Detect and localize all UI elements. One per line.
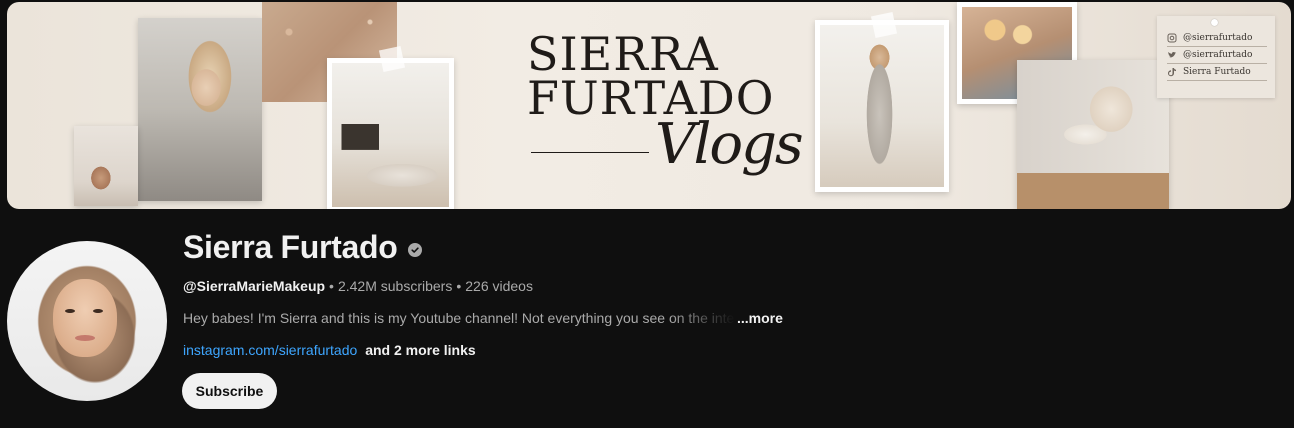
subscriber-count: 2.42M subscribers: [337, 278, 453, 294]
banner-brand-logo: SIERRA FURTADO Vlogs: [527, 27, 804, 177]
banner-social-card: @sierrafurtado @sierrafurtado Sierra Fur…: [1157, 16, 1275, 98]
description-text: Hey babes! I'm Sierra and this is my You…: [183, 310, 735, 326]
pin-icon: [1211, 19, 1218, 26]
banner-photo-vase: [74, 126, 138, 206]
channel-links: instagram.com/sierrafurtado and 2 more l…: [183, 342, 476, 358]
more-links-button[interactable]: and 2 more links: [365, 342, 475, 358]
subscribe-button[interactable]: Subscribe: [182, 373, 277, 409]
tiktok-icon: [1167, 67, 1177, 77]
banner-photo-living-room: [327, 58, 454, 209]
channel-handle: @SierraMarieMakeup: [183, 278, 326, 294]
channel-title: Sierra Furtado: [183, 229, 398, 265]
social-row-twitter: @sierrafurtado: [1167, 47, 1267, 64]
instagram-icon: [1167, 33, 1177, 43]
banner-photo-bedroom: [138, 18, 262, 201]
avatar-eye: [93, 309, 103, 313]
instagram-link[interactable]: instagram.com/sierrafurtado: [183, 342, 357, 358]
banner-tape: [378, 45, 406, 73]
channel-banner: SIERRA FURTADO Vlogs @sierrafurtado @sie…: [7, 2, 1291, 209]
banner-tape: [870, 11, 898, 39]
avatar-eye: [65, 309, 75, 313]
brand-line-1: SIERRA: [527, 27, 719, 81]
channel-title-row: Sierra Furtado: [183, 229, 422, 266]
banner-photo-mirror-selfie: [815, 20, 949, 192]
social-row-instagram: @sierrafurtado: [1167, 30, 1267, 47]
social-label: Sierra Furtado: [1183, 67, 1251, 77]
avatar-face: [53, 279, 117, 357]
video-count: 226 videos: [465, 278, 533, 294]
banner-photo-shelf: [1017, 60, 1169, 209]
twitter-icon: [1167, 50, 1177, 60]
social-label: @sierrafurtado: [1183, 33, 1253, 43]
social-label: @sierrafurtado: [1183, 50, 1253, 60]
verified-check-icon[interactable]: [407, 242, 422, 257]
channel-meta: @SierraMarieMakeup • 2.42M subscribers • 226…: [183, 278, 533, 294]
channel-page: SIERRA FURTADO Vlogs @sierrafurtado @sie…: [0, 0, 1294, 428]
avatar-lips: [75, 335, 95, 341]
description-more-button[interactable]: ...more: [737, 310, 783, 326]
channel-description[interactable]: Hey babes! I'm Sierra and this is my You…: [183, 310, 783, 326]
channel-avatar[interactable]: [7, 241, 167, 401]
brand-script: Vlogs: [655, 112, 804, 177]
brand-rule: [531, 152, 649, 153]
social-row-tiktok: Sierra Furtado: [1167, 64, 1267, 81]
